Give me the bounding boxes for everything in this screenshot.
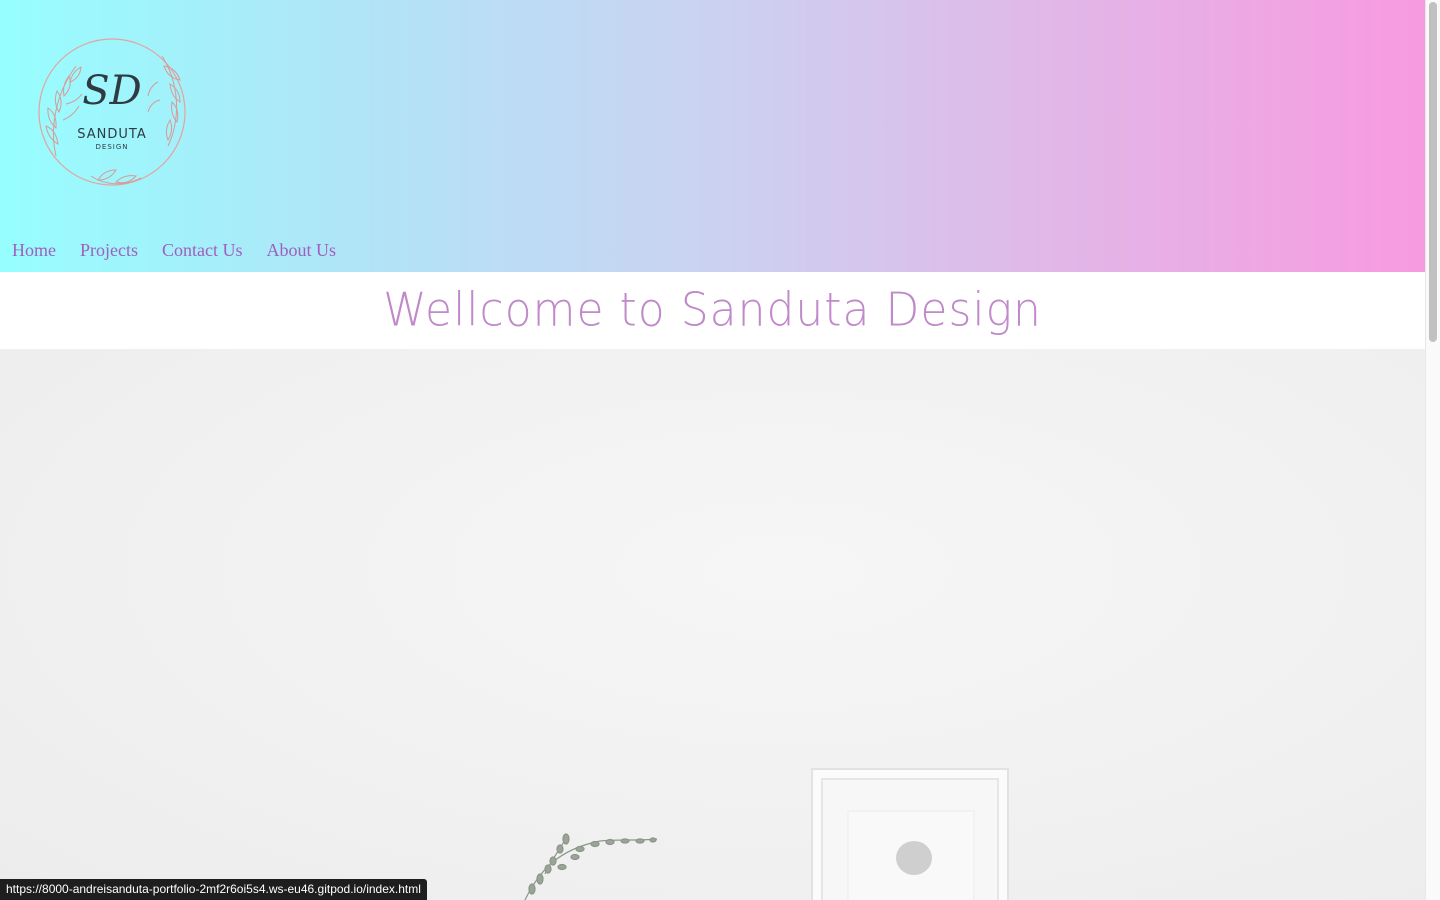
nav-link-about-us[interactable]: About Us xyxy=(267,239,337,261)
link-status-bar: https://8000-andreisanduta-portfolio-2mf… xyxy=(0,879,427,900)
logo-name: SANDUTA xyxy=(77,127,146,142)
hero-image xyxy=(0,349,1425,900)
page: SD SANDUTA DESIGN Home Projects Contact … xyxy=(0,0,1425,900)
logo-monogram: SD xyxy=(82,68,141,114)
nav-link-projects[interactable]: Projects xyxy=(80,239,138,261)
nav-link-contact-us[interactable]: Contact Us xyxy=(162,239,243,261)
picture-frame xyxy=(811,768,1009,900)
scrollbar-thumb[interactable] xyxy=(1429,2,1437,342)
logo-emblem: SD SANDUTA DESIGN xyxy=(38,38,186,186)
plant-sprig xyxy=(524,833,658,900)
welcome-section: Wellcome to Sanduta Design xyxy=(0,272,1425,349)
site-logo[interactable]: SD SANDUTA DESIGN xyxy=(36,36,188,188)
site-header: SD SANDUTA DESIGN Home Projects Contact … xyxy=(0,0,1425,272)
vertical-scrollbar[interactable] xyxy=(1425,0,1440,900)
logo-tagline: DESIGN xyxy=(96,143,129,151)
main-nav: Home Projects Contact Us About Us xyxy=(12,239,336,261)
nav-link-home[interactable]: Home xyxy=(12,239,56,261)
hero-photo xyxy=(524,768,1009,900)
welcome-title: Wellcome to Sanduta Design xyxy=(383,283,1042,338)
